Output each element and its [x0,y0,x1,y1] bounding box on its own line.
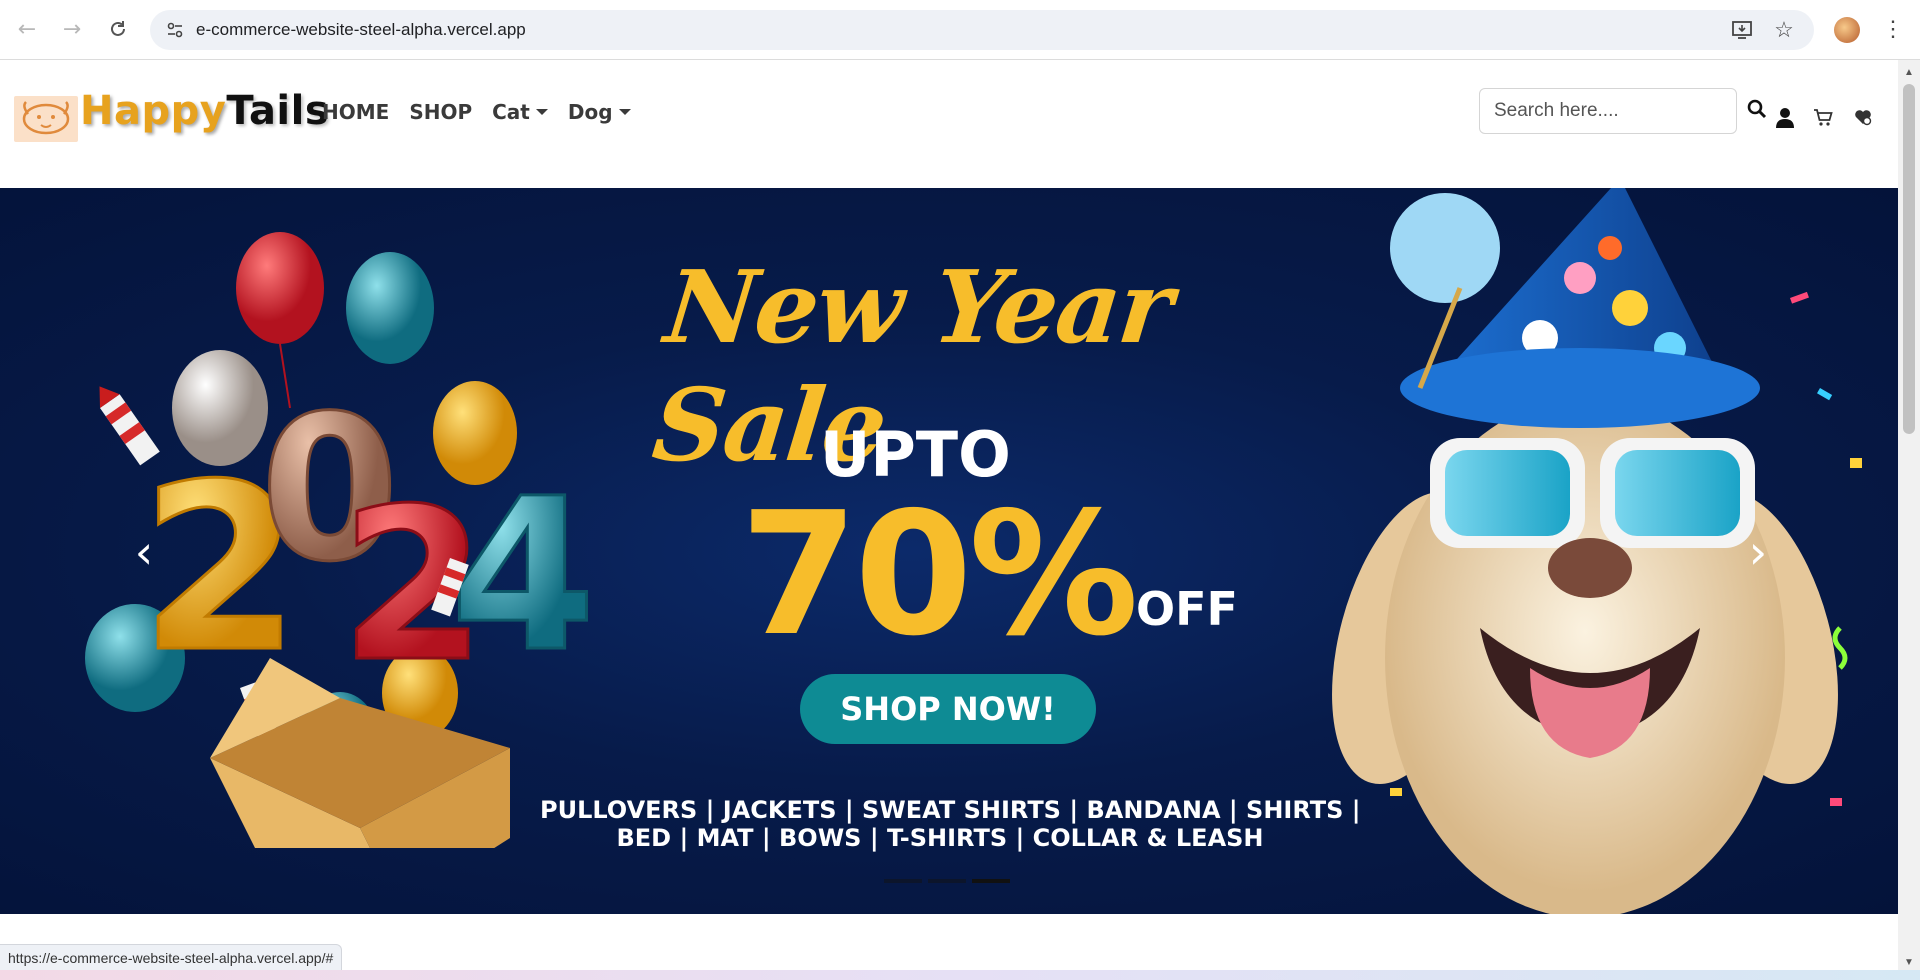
nav-shop[interactable]: SHOP [409,100,472,124]
profile-avatar[interactable] [1834,17,1860,43]
hero-categories-line2: BED | MAT | BOWS | T-SHIRTS | COLLAR & L… [616,824,1264,852]
caret-down-icon [535,109,548,115]
hero-discount: 70% [740,476,1139,674]
site-header: HappyTails HOME SHOP Cat Dog [0,60,1898,188]
shop-now-button[interactable]: SHOP NOW! [800,674,1096,744]
carousel-prev-icon[interactable]: ‹ [124,522,164,582]
carousel-next-icon[interactable]: › [1738,522,1778,582]
link-status-bar: https://e-commerce-website-steel-alpha.v… [0,944,343,972]
carousel-indicator-1[interactable] [884,879,922,883]
logo-wordmark[interactable]: HappyTails [80,88,329,134]
nav-dog-label: Dog [567,100,613,124]
nav-cat-dropdown[interactable]: Cat [492,100,548,124]
main-nav: HOME SHOP Cat Dog [322,100,631,124]
taskbar-strip [0,970,1920,980]
user-icon[interactable] [1774,106,1796,130]
search-input[interactable] [1479,88,1737,134]
nav-home[interactable]: HOME [322,100,389,124]
star-icon[interactable]: ☆ [1772,17,1796,42]
scroll-down-icon[interactable]: ▼ [1903,956,1915,968]
nav-cat-label: Cat [492,100,530,124]
logo-happy: Happy [80,88,227,134]
hero-categories-line1: PULLOVERS | JACKETS | SWEAT SHIRTS | BAN… [540,796,1361,824]
nav-dog-dropdown[interactable]: Dog [568,100,631,124]
caret-down-icon [618,109,631,115]
cart-icon[interactable] [1812,106,1834,128]
forward-arrow-icon[interactable]: → [57,14,87,44]
carousel-indicators [884,879,1010,883]
address-bar[interactable]: e-commerce-website-steel-alpha.vercel.ap… [150,10,1814,50]
kebab-menu-icon[interactable]: ⋮ [1880,14,1906,44]
back-arrow-icon[interactable]: ← [12,14,42,44]
url-text[interactable]: e-commerce-website-steel-alpha.vercel.ap… [196,10,526,50]
page-scrollbar[interactable]: ▲ ▼ [1898,60,1920,974]
tune-icon[interactable] [164,19,186,41]
logo-tails: Tails [226,88,330,134]
party-dog-illustration [1332,188,1862,914]
logo-icon[interactable] [14,96,78,142]
scrollbar-thumb[interactable] [1903,84,1915,434]
carousel-indicator-2[interactable] [928,879,966,883]
hero-categories: PULLOVERS | JACKETS | SWEAT SHIRTS | BAN… [540,796,1361,852]
install-app-icon[interactable] [1730,18,1754,42]
browser-toolbar: ← → e-commerce-website-steel-alpha.verce… [0,0,1920,60]
reload-icon[interactable] [103,14,133,44]
scroll-up-icon[interactable]: ▲ [1903,66,1915,78]
search-icon[interactable] [1746,98,1768,120]
hero-off: OFF [1136,582,1238,636]
hero-carousel: 2 0 2 4 New Year Sale UPTO 70% OFF SHOP … [0,188,1898,914]
svg-text:4: 4 [450,453,596,698]
wishlist-icon[interactable] [1852,106,1874,128]
carousel-indicator-3[interactable] [972,879,1010,883]
